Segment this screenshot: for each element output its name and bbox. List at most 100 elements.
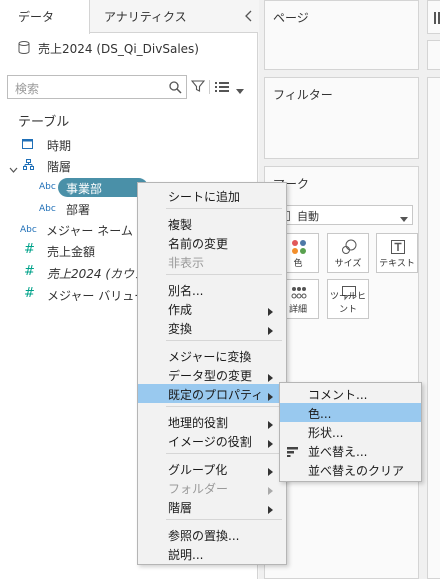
marks-card: マーク 自動 色 サイズ テキスト 詳細 ツールヒント bbox=[264, 166, 419, 579]
field-label: 部署 bbox=[66, 203, 91, 217]
submenu-arrow-icon bbox=[268, 484, 273, 495]
submenu-arrow-icon bbox=[268, 465, 273, 476]
chevron-down-icon[interactable] bbox=[236, 84, 244, 94]
data-pane-tabs: データ アナリティクス bbox=[0, 0, 258, 34]
menu-item-change-data-type[interactable]: データ型の変更 bbox=[138, 365, 286, 384]
submenu-arrow-icon bbox=[268, 305, 273, 316]
submenu-arrow-icon bbox=[268, 437, 273, 448]
menu-item-label: 複製 bbox=[168, 218, 193, 232]
field-label: 事業部 bbox=[66, 182, 103, 196]
pages-title: ページ bbox=[273, 11, 309, 25]
submenu-item-comment[interactable]: コメント... bbox=[280, 384, 421, 403]
search-input[interactable]: 検索 bbox=[15, 80, 39, 97]
submenu-item-sort[interactable]: 並べ替え... bbox=[280, 441, 421, 460]
string-type-icon: Abc bbox=[39, 182, 56, 192]
menu-item-label: 説明... bbox=[168, 548, 204, 562]
submenu-arrow-icon bbox=[268, 418, 273, 429]
field-label: 時期 bbox=[47, 139, 72, 153]
menu-separator bbox=[166, 406, 282, 407]
color-icon bbox=[291, 239, 307, 255]
tooltip-mark-button[interactable]: ツールヒント bbox=[327, 279, 369, 319]
menu-item-geographic-role[interactable]: 地理的役割 bbox=[138, 412, 286, 431]
menu-item-label: 形状... bbox=[308, 426, 344, 440]
menu-item-hide: 非表示 bbox=[138, 252, 286, 271]
view-canvas-edge[interactable] bbox=[427, 77, 440, 579]
size-mark-label: サイズ bbox=[334, 259, 362, 269]
filter-icon[interactable] bbox=[190, 79, 206, 93]
menu-item-label: 既定のプロパティ bbox=[168, 388, 264, 402]
database-icon bbox=[18, 41, 30, 55]
menu-item-describe[interactable]: 説明... bbox=[138, 544, 286, 563]
menu-item-label: 非表示 bbox=[168, 256, 205, 270]
menu-item-label: データ型の変更 bbox=[168, 369, 253, 383]
menu-item-label: 名前の変更 bbox=[168, 237, 229, 251]
field-label: メジャー バリュー bbox=[47, 289, 147, 303]
tooltip-mark-label: ツールヒント bbox=[329, 292, 366, 315]
menu-item-hierarchy[interactable]: 階層 bbox=[138, 497, 286, 516]
field-label: メジャー ネーム bbox=[46, 224, 133, 238]
menu-item-convert-to-measure[interactable]: メジャーに変換 bbox=[138, 346, 286, 365]
pages-shelf[interactable]: ページ bbox=[264, 0, 419, 70]
size-mark-button[interactable]: サイズ bbox=[327, 233, 369, 273]
view-list-icon[interactable] bbox=[215, 81, 229, 93]
rows-shelf-edge[interactable] bbox=[427, 40, 440, 70]
field-context-menu: シートに追加 複製 名前の変更 非表示 別名... 作成 変換 メジャーに変換 … bbox=[137, 182, 287, 565]
tab-analytics[interactable]: アナリティクス bbox=[90, 0, 240, 33]
tables-header: テーブル bbox=[18, 115, 70, 130]
menu-item-label: コメント... bbox=[308, 388, 368, 402]
field-label: 階層 bbox=[47, 160, 72, 174]
menu-item-label: 並べ替えのクリア bbox=[308, 464, 405, 478]
mark-type-dropdown[interactable]: 自動 bbox=[272, 205, 413, 225]
calendar-icon bbox=[22, 138, 33, 152]
menu-item-label: フォルダー bbox=[168, 482, 229, 496]
text-mark-label: テキスト bbox=[379, 259, 415, 269]
menu-item-label: イメージの役割 bbox=[168, 435, 252, 449]
menu-separator bbox=[166, 519, 282, 520]
collapse-pane-icon[interactable] bbox=[242, 9, 256, 23]
menu-item-image-role[interactable]: イメージの役割 bbox=[138, 431, 286, 450]
menu-separator bbox=[166, 208, 282, 209]
search-box[interactable]: 検索 bbox=[7, 75, 187, 99]
menu-item-transform[interactable]: 変換 bbox=[138, 318, 286, 337]
menu-item-replace-references[interactable]: 参照の置換... bbox=[138, 525, 286, 544]
submenu-arrow-icon bbox=[268, 371, 273, 382]
menu-item-group-by[interactable]: グループ化 bbox=[138, 459, 286, 478]
menu-item-label: 別名... bbox=[168, 284, 204, 298]
chevron-down-icon[interactable] bbox=[9, 163, 18, 173]
submenu-arrow-icon bbox=[268, 324, 273, 335]
submenu-arrow-icon bbox=[268, 390, 273, 401]
columns-shelf-edge[interactable] bbox=[427, 0, 440, 34]
tab-data[interactable]: データ bbox=[0, 0, 90, 34]
menu-item-default-properties[interactable]: 既定のプロパティ bbox=[138, 384, 286, 403]
datasource-name: 売上2024 (DS_Qi_DivSales) bbox=[38, 42, 199, 56]
menu-item-rename[interactable]: 名前の変更 bbox=[138, 233, 286, 252]
menu-item-label: 色... bbox=[308, 407, 332, 421]
submenu-arrow-icon bbox=[268, 503, 273, 514]
submenu-item-clear-sort[interactable]: 並べ替えのクリア bbox=[280, 460, 421, 479]
menu-separator bbox=[166, 453, 282, 454]
default-properties-submenu: コメント... 色... 形状... 並べ替え... 並べ替えのクリア bbox=[279, 382, 422, 482]
filters-shelf[interactable]: フィルター bbox=[264, 77, 419, 159]
text-icon bbox=[390, 239, 406, 255]
text-mark-button[interactable]: テキスト bbox=[376, 233, 418, 273]
menu-item-duplicate[interactable]: 複製 bbox=[138, 214, 286, 233]
menu-separator bbox=[166, 274, 282, 275]
search-icon[interactable] bbox=[168, 80, 182, 94]
menu-separator bbox=[166, 340, 282, 341]
menu-item-add-to-sheet[interactable]: シートに追加 bbox=[138, 186, 286, 205]
submenu-item-color[interactable]: 色... bbox=[280, 403, 421, 422]
menu-item-create[interactable]: 作成 bbox=[138, 299, 286, 318]
datasource-row[interactable]: 売上2024 (DS_Qi_DivSales) bbox=[0, 34, 258, 60]
measure-icon: # bbox=[24, 242, 35, 257]
right-column bbox=[424, 0, 440, 579]
selected-field-pill[interactable]: 事業部 bbox=[58, 178, 148, 197]
chevron-down-icon bbox=[400, 212, 408, 222]
field-label: 売上2024 (カウン bbox=[47, 267, 147, 281]
toolbar-divider bbox=[209, 80, 210, 94]
shelf-icon bbox=[434, 12, 440, 24]
menu-item-alias[interactable]: 別名... bbox=[138, 280, 286, 299]
menu-item-label: 参照の置換... bbox=[168, 529, 240, 543]
detail-icon bbox=[291, 285, 307, 301]
submenu-item-shape[interactable]: 形状... bbox=[280, 422, 421, 441]
size-icon bbox=[341, 239, 357, 255]
